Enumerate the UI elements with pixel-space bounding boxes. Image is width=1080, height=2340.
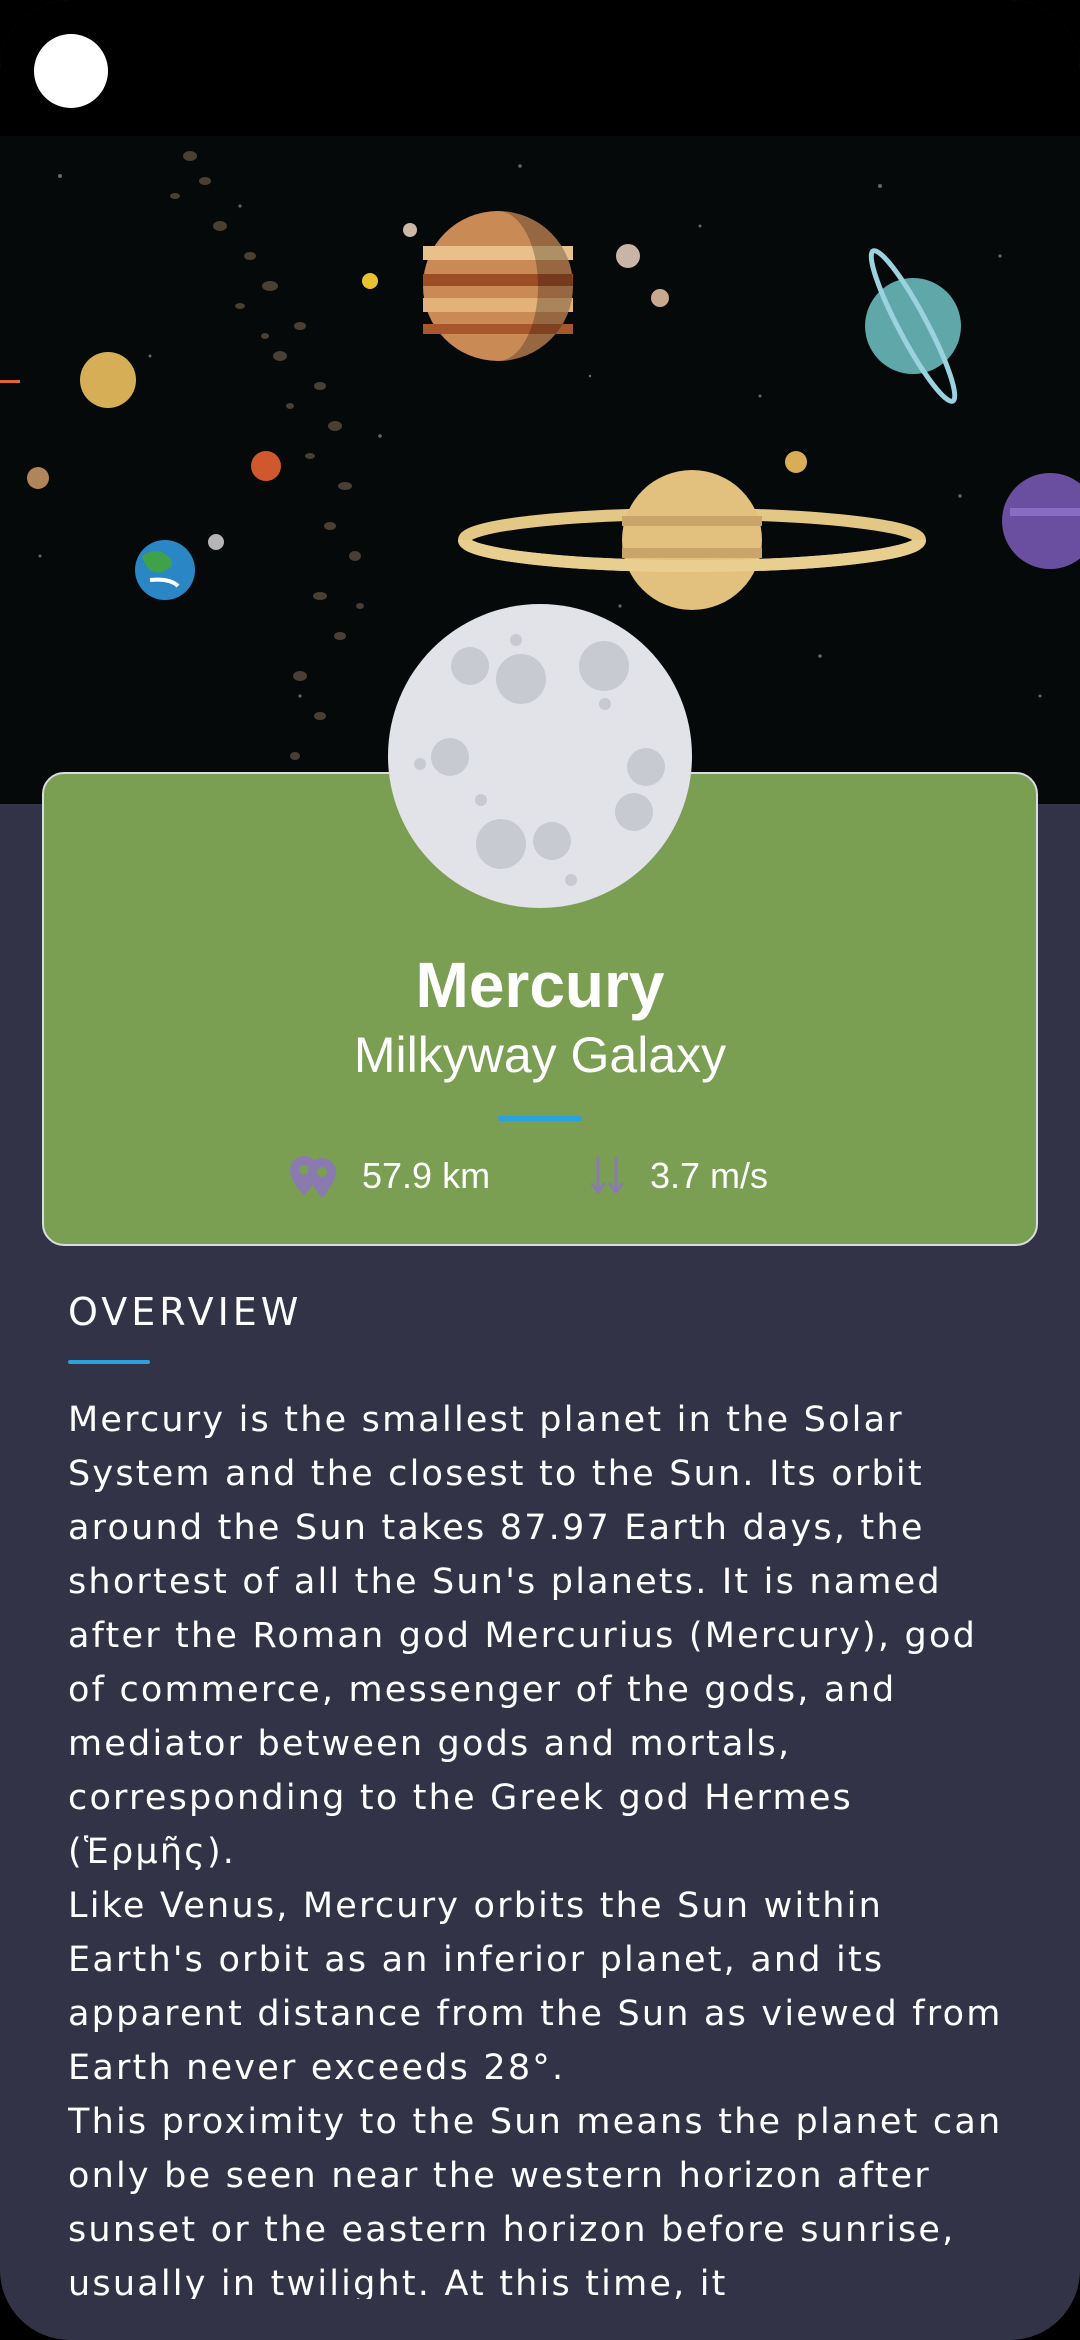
- planet-name: Mercury: [415, 949, 665, 1021]
- gravity-stat: 3.7 m/s: [588, 1152, 768, 1200]
- app-screen: Mercury Milkyway Galaxy 57.9 km 3.7 m/s …: [0, 0, 1080, 2340]
- planet-image: [388, 604, 692, 908]
- overview-heading: OVERVIEW: [68, 1290, 303, 1334]
- location-pins-icon: [288, 1152, 344, 1200]
- overview-underline: [68, 1360, 150, 1364]
- distance-stat: 57.9 km: [288, 1152, 490, 1200]
- overview-text[interactable]: Mercury is the smallest planet in the So…: [68, 1393, 1028, 2299]
- status-bar: [0, 0, 1080, 136]
- distance-value: 57.9 km: [362, 1155, 491, 1196]
- gravity-value: 3.7 m/s: [650, 1155, 769, 1196]
- galaxy-name: Milkyway Galaxy: [353, 1027, 727, 1083]
- card-divider: [498, 1116, 582, 1121]
- camera-cutout: [34, 34, 108, 108]
- down-arrows-icon: [588, 1152, 632, 1200]
